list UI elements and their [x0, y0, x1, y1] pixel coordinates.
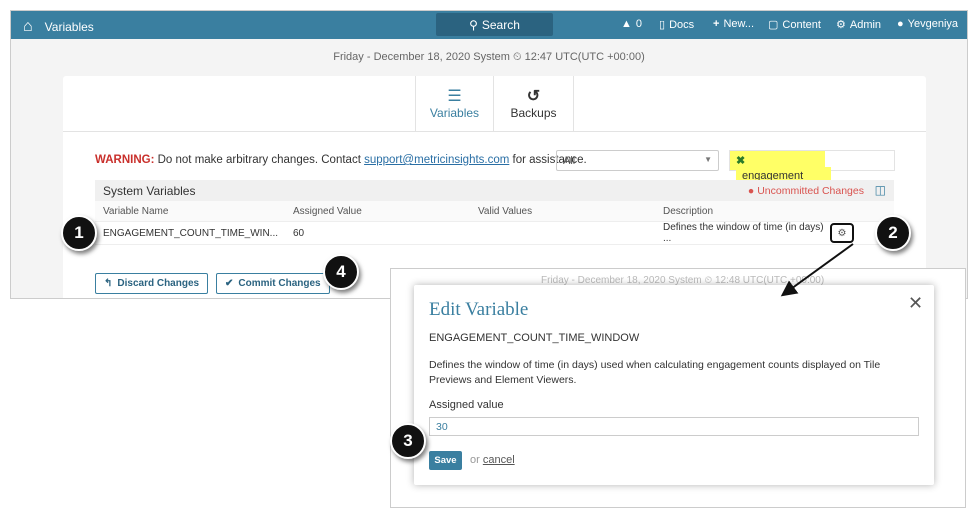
callout-3: 3 [390, 423, 426, 459]
arrow-annotation [780, 243, 854, 297]
callout-4: 4 [323, 254, 359, 290]
callout-1: 1 [61, 215, 97, 251]
callout-2: 2 [875, 215, 911, 251]
